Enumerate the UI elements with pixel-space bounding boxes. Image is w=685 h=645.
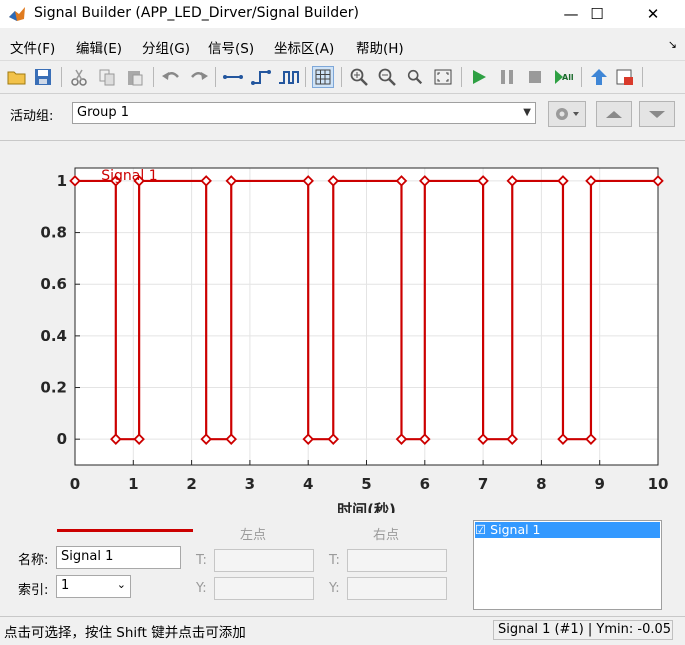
zoom-in-y-icon[interactable] bbox=[404, 66, 426, 88]
paste-icon[interactable] bbox=[124, 66, 146, 88]
left-point-y-label: Y: bbox=[196, 581, 207, 596]
signal-name-label: 名称: bbox=[18, 553, 49, 568]
menu-axes[interactable]: 坐标区(A) bbox=[274, 37, 334, 57]
constant-signal-icon[interactable] bbox=[222, 66, 244, 88]
signal-index-value: 1 bbox=[61, 578, 70, 593]
zoom-in-x-icon[interactable] bbox=[376, 66, 398, 88]
x-tick-label: 0 bbox=[70, 475, 80, 493]
pause-icon[interactable] bbox=[496, 66, 518, 88]
left-point-t-label: T: bbox=[196, 553, 207, 568]
gear-icon bbox=[556, 108, 579, 120]
status-bar: 点击可选择，按住 Shift 键并点击可添加 Signal 1 (#1) | Y… bbox=[0, 616, 685, 645]
toolbar-separator bbox=[305, 67, 306, 87]
toolbar-separator bbox=[153, 67, 154, 87]
status-hint: 点击可选择，按住 Shift 键并点击可添加 bbox=[4, 625, 246, 641]
signal-list-item[interactable]: ☑ Signal 1 bbox=[475, 522, 660, 538]
up-arrow-icon[interactable] bbox=[588, 66, 610, 88]
toolbar-separator bbox=[581, 67, 582, 87]
zoom-in-xy-icon[interactable] bbox=[348, 66, 370, 88]
active-group-bar: 活动组: Group 1 ▼ bbox=[0, 96, 685, 136]
x-tick-label: 10 bbox=[648, 475, 669, 493]
fit-view-icon[interactable] bbox=[432, 66, 454, 88]
redo-icon[interactable] bbox=[188, 66, 210, 88]
move-signal-down-button[interactable] bbox=[639, 101, 675, 127]
signal-index-label: 索引: bbox=[18, 583, 49, 598]
grid-icon[interactable] bbox=[312, 66, 334, 88]
x-tick-label: 1 bbox=[128, 475, 138, 493]
active-group-value: Group 1 bbox=[77, 105, 129, 120]
triangle-up-icon bbox=[606, 111, 622, 118]
right-point-header: 右点 bbox=[373, 528, 400, 543]
active-group-label: 活动组: bbox=[10, 109, 54, 124]
x-tick-label: 6 bbox=[420, 475, 430, 493]
menu-group[interactable]: 分组(G) bbox=[142, 37, 190, 57]
menu-bar: 文件(F) 编辑(E) 分组(G) 信号(S) 坐标区(A) 帮助(H) bbox=[0, 34, 685, 57]
left-point-y-input[interactable] bbox=[214, 577, 314, 600]
status-signal-info: Signal 1 (#1) | Ymin: -0.05 bbox=[493, 620, 673, 640]
y-tick-label: 1 bbox=[57, 172, 67, 190]
menu-edit[interactable]: 编辑(E) bbox=[76, 37, 122, 57]
chevron-down-icon: ⌄ bbox=[116, 578, 126, 591]
x-tick-label: 3 bbox=[245, 475, 255, 493]
simulink-block-icon[interactable] bbox=[614, 66, 636, 88]
run-all-icon[interactable]: All bbox=[552, 66, 574, 88]
y-tick-label: 0.4 bbox=[40, 327, 67, 345]
stop-icon[interactable] bbox=[524, 66, 546, 88]
left-point-t-input[interactable] bbox=[214, 549, 314, 572]
svg-text:All: All bbox=[562, 73, 573, 82]
triangle-down-icon bbox=[649, 111, 665, 118]
toolbar: All bbox=[0, 60, 685, 94]
chevron-down-icon: ▼ bbox=[523, 107, 531, 118]
signal-editor-panel: 左点 右点 名称: Signal 1 索引: 1 ⌄ T: Y: T: Y: ☑… bbox=[0, 512, 685, 614]
cut-icon[interactable] bbox=[68, 66, 90, 88]
right-point-t-input[interactable] bbox=[347, 549, 447, 572]
x-tick-label: 2 bbox=[186, 475, 196, 493]
active-group-select[interactable]: Group 1 ▼ bbox=[72, 102, 536, 124]
toolbar-separator bbox=[642, 67, 643, 87]
y-tick-label: 0 bbox=[57, 430, 67, 448]
y-tick-label: 0.6 bbox=[40, 275, 67, 293]
x-tick-label: 7 bbox=[478, 475, 488, 493]
title-bar: Signal Builder (APP_LED_Dirver/Signal Bu… bbox=[0, 0, 685, 28]
right-point-t-label: T: bbox=[329, 553, 340, 568]
matlab-app-icon bbox=[9, 7, 25, 21]
open-folder-icon[interactable] bbox=[6, 66, 28, 88]
menu-dock-arrow-icon[interactable]: ↘ bbox=[668, 38, 677, 51]
right-point-y-label: Y: bbox=[329, 581, 340, 596]
x-tick-label: 8 bbox=[536, 475, 546, 493]
signal-name-input[interactable]: Signal 1 bbox=[56, 546, 181, 569]
signal-index-select[interactable]: 1 ⌄ bbox=[56, 575, 131, 598]
close-button[interactable]: ✕ bbox=[630, 0, 676, 28]
menu-help[interactable]: 帮助(H) bbox=[356, 37, 404, 57]
signal-name-annotation: Signal 1 bbox=[101, 168, 157, 184]
save-icon[interactable] bbox=[32, 66, 54, 88]
signal-list[interactable]: ☑ Signal 1 bbox=[473, 520, 662, 610]
plot-panel: 0 1 2 3 4 5 6 7 8 9 10 0 0.2 0.4 0.6 0.8 1 时间(秒) Signal 1 bbox=[0, 140, 685, 519]
window-title: Signal Builder (APP_LED_Dirver/Signal Bu… bbox=[34, 5, 359, 21]
x-tick-label: 4 bbox=[303, 475, 313, 493]
run-icon[interactable] bbox=[468, 66, 490, 88]
toolbar-separator bbox=[461, 67, 462, 87]
x-tick-label: 9 bbox=[594, 475, 604, 493]
x-tick-label: 5 bbox=[361, 475, 371, 493]
signal-options-button[interactable] bbox=[548, 101, 586, 127]
pulse-signal-icon[interactable] bbox=[278, 66, 300, 88]
toolbar-separator bbox=[61, 67, 62, 87]
undo-icon[interactable] bbox=[160, 66, 182, 88]
copy-icon[interactable] bbox=[96, 66, 118, 88]
menu-signal[interactable]: 信号(S) bbox=[208, 37, 254, 57]
y-tick-label: 0.2 bbox=[40, 379, 67, 397]
signal-plot[interactable]: 0 1 2 3 4 5 6 7 8 9 1000.20.40.60.81时间(秒)Signal 1 bbox=[0, 141, 685, 519]
move-signal-up-button[interactable] bbox=[596, 101, 632, 127]
right-point-y-input[interactable] bbox=[347, 577, 447, 600]
y-tick-label: 0.8 bbox=[40, 224, 67, 242]
signal-line-style-swatch[interactable] bbox=[57, 529, 193, 532]
menu-file[interactable]: 文件(F) bbox=[10, 37, 55, 57]
left-point-header: 左点 bbox=[240, 528, 267, 543]
step-signal-icon[interactable] bbox=[250, 66, 272, 88]
toolbar-separator bbox=[341, 67, 342, 87]
maximize-button[interactable]: ☐ bbox=[574, 0, 620, 28]
toolbar-separator bbox=[215, 67, 216, 87]
